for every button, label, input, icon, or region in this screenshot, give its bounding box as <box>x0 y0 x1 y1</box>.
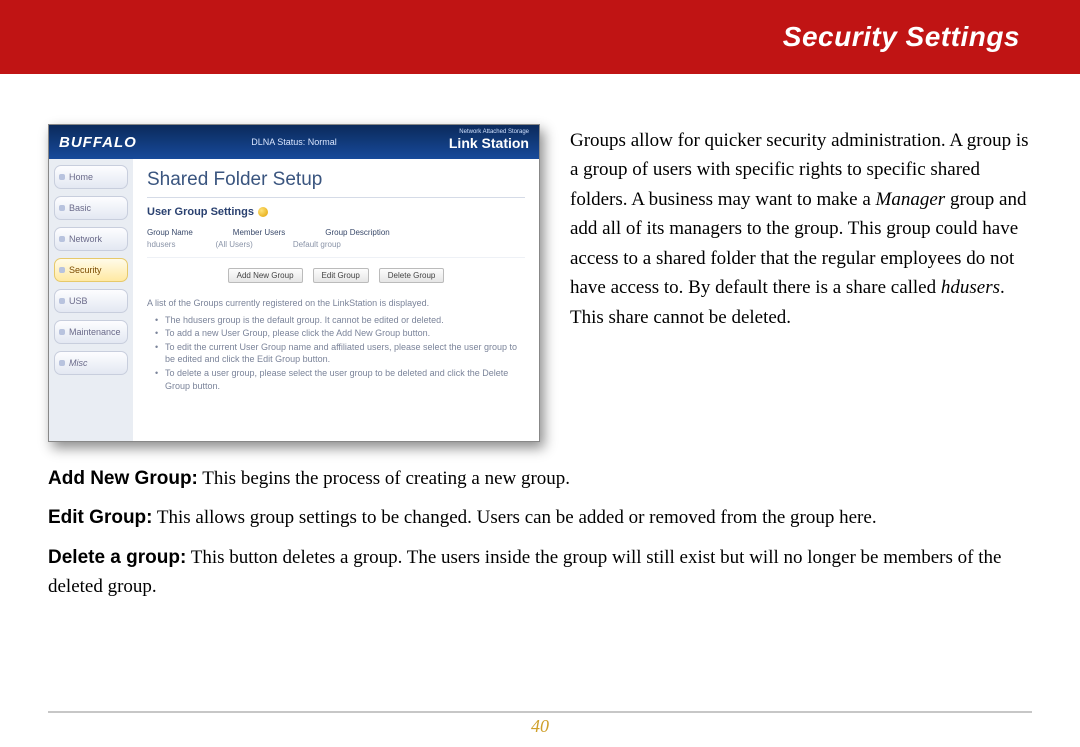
sidebar-item-label: USB <box>69 296 88 306</box>
sidebar-item-label: Basic <box>69 203 91 213</box>
header-bar: Security Settings <box>0 0 1080 74</box>
dlna-status: DLNA Status: Normal <box>251 137 337 147</box>
edit-group-button[interactable]: Edit Group <box>313 268 369 283</box>
manual-page: Security Settings BUFFALO DLNA Status: N… <box>0 0 1080 747</box>
product-name-wrap: Network Attached Storage Link Station <box>449 129 529 153</box>
intro-manager-term: Manager <box>876 189 946 210</box>
panel-heading: Shared Folder Setup <box>147 169 525 191</box>
intro-paragraph: Groups allow for quicker security admini… <box>570 124 1032 442</box>
sidebar-item-label: Network <box>69 234 102 244</box>
def-term: Add New Group: <box>48 468 198 489</box>
def-delete-group: Delete a group: This button deletes a gr… <box>48 543 1032 602</box>
panel-subheading: User Group Settings <box>147 206 525 218</box>
screenshot-body: Home Basic Network Security USB Maintena… <box>49 159 539 441</box>
def-text: This button deletes a group. The users i… <box>48 547 1001 597</box>
def-add-new-group: Add New Group: This begins the process o… <box>48 464 1032 493</box>
desc-bullet: To delete a user group, please select th… <box>155 367 525 392</box>
col-member-users: Member Users <box>233 228 285 237</box>
def-text: This allows group settings to be changed… <box>152 507 876 528</box>
screenshot-main: Shared Folder Setup User Group Settings … <box>133 159 539 441</box>
cell-group-name: hdusers <box>147 240 175 249</box>
screenshot-sidebar: Home Basic Network Security USB Maintena… <box>49 159 133 441</box>
sidebar-item-network[interactable]: Network <box>54 227 128 251</box>
desc-bullet: To add a new User Group, please click th… <box>155 327 525 340</box>
button-row: Add New Group Edit Group Delete Group <box>147 268 525 283</box>
intro-hdusers-term: hdusers <box>941 277 1000 298</box>
desc-bullet: The hdusers group is the default group. … <box>155 314 525 327</box>
def-edit-group: Edit Group: This allows group settings t… <box>48 503 1032 532</box>
cell-group-description: Default group <box>293 240 341 249</box>
brand-logo: BUFFALO <box>59 134 137 151</box>
desc-list: The hdusers group is the default group. … <box>147 314 525 393</box>
sidebar-item-basic[interactable]: Basic <box>54 196 128 220</box>
sidebar-item-label: Home <box>69 172 93 182</box>
divider <box>147 197 525 198</box>
product-name: Link Station <box>449 135 529 151</box>
page-number: 40 <box>531 716 549 737</box>
cell-member-users: (All Users) <box>215 240 252 249</box>
desc-lead: A list of the Groups currently registere… <box>147 298 429 308</box>
admin-screenshot: BUFFALO DLNA Status: Normal Network Atta… <box>48 124 540 442</box>
table-header: Group Name Member Users Group Descriptio… <box>147 228 525 237</box>
page-title: Security Settings <box>783 21 1020 53</box>
top-row: BUFFALO DLNA Status: Normal Network Atta… <box>48 124 1032 442</box>
def-term: Delete a group: <box>48 547 186 568</box>
footer-rule <box>48 711 1032 713</box>
delete-group-button[interactable]: Delete Group <box>379 268 445 283</box>
desc-bullet: To edit the current User Group name and … <box>155 341 525 366</box>
table-row[interactable]: hdusers (All Users) Default group <box>147 240 525 258</box>
def-term: Edit Group: <box>48 507 152 528</box>
screenshot-topbar: BUFFALO DLNA Status: Normal Network Atta… <box>49 125 539 159</box>
sidebar-item-maintenance[interactable]: Maintenance <box>54 320 128 344</box>
sidebar-item-misc[interactable]: Misc <box>54 351 128 375</box>
def-text: This begins the process of creating a ne… <box>198 468 570 489</box>
add-new-group-button[interactable]: Add New Group <box>228 268 303 283</box>
sidebar-item-usb[interactable]: USB <box>54 289 128 313</box>
col-group-description: Group Description <box>325 228 389 237</box>
panel-description: A list of the Groups currently registere… <box>147 297 525 392</box>
definitions: Add New Group: This begins the process o… <box>48 464 1032 602</box>
sidebar-item-label: Security <box>69 265 102 275</box>
sidebar-item-home[interactable]: Home <box>54 165 128 189</box>
sidebar-item-label: Maintenance <box>69 327 121 337</box>
content-area: BUFFALO DLNA Status: Normal Network Atta… <box>0 74 1080 602</box>
col-group-name: Group Name <box>147 228 193 237</box>
sidebar-item-label: Misc <box>69 358 88 368</box>
sidebar-item-security[interactable]: Security <box>54 258 128 282</box>
